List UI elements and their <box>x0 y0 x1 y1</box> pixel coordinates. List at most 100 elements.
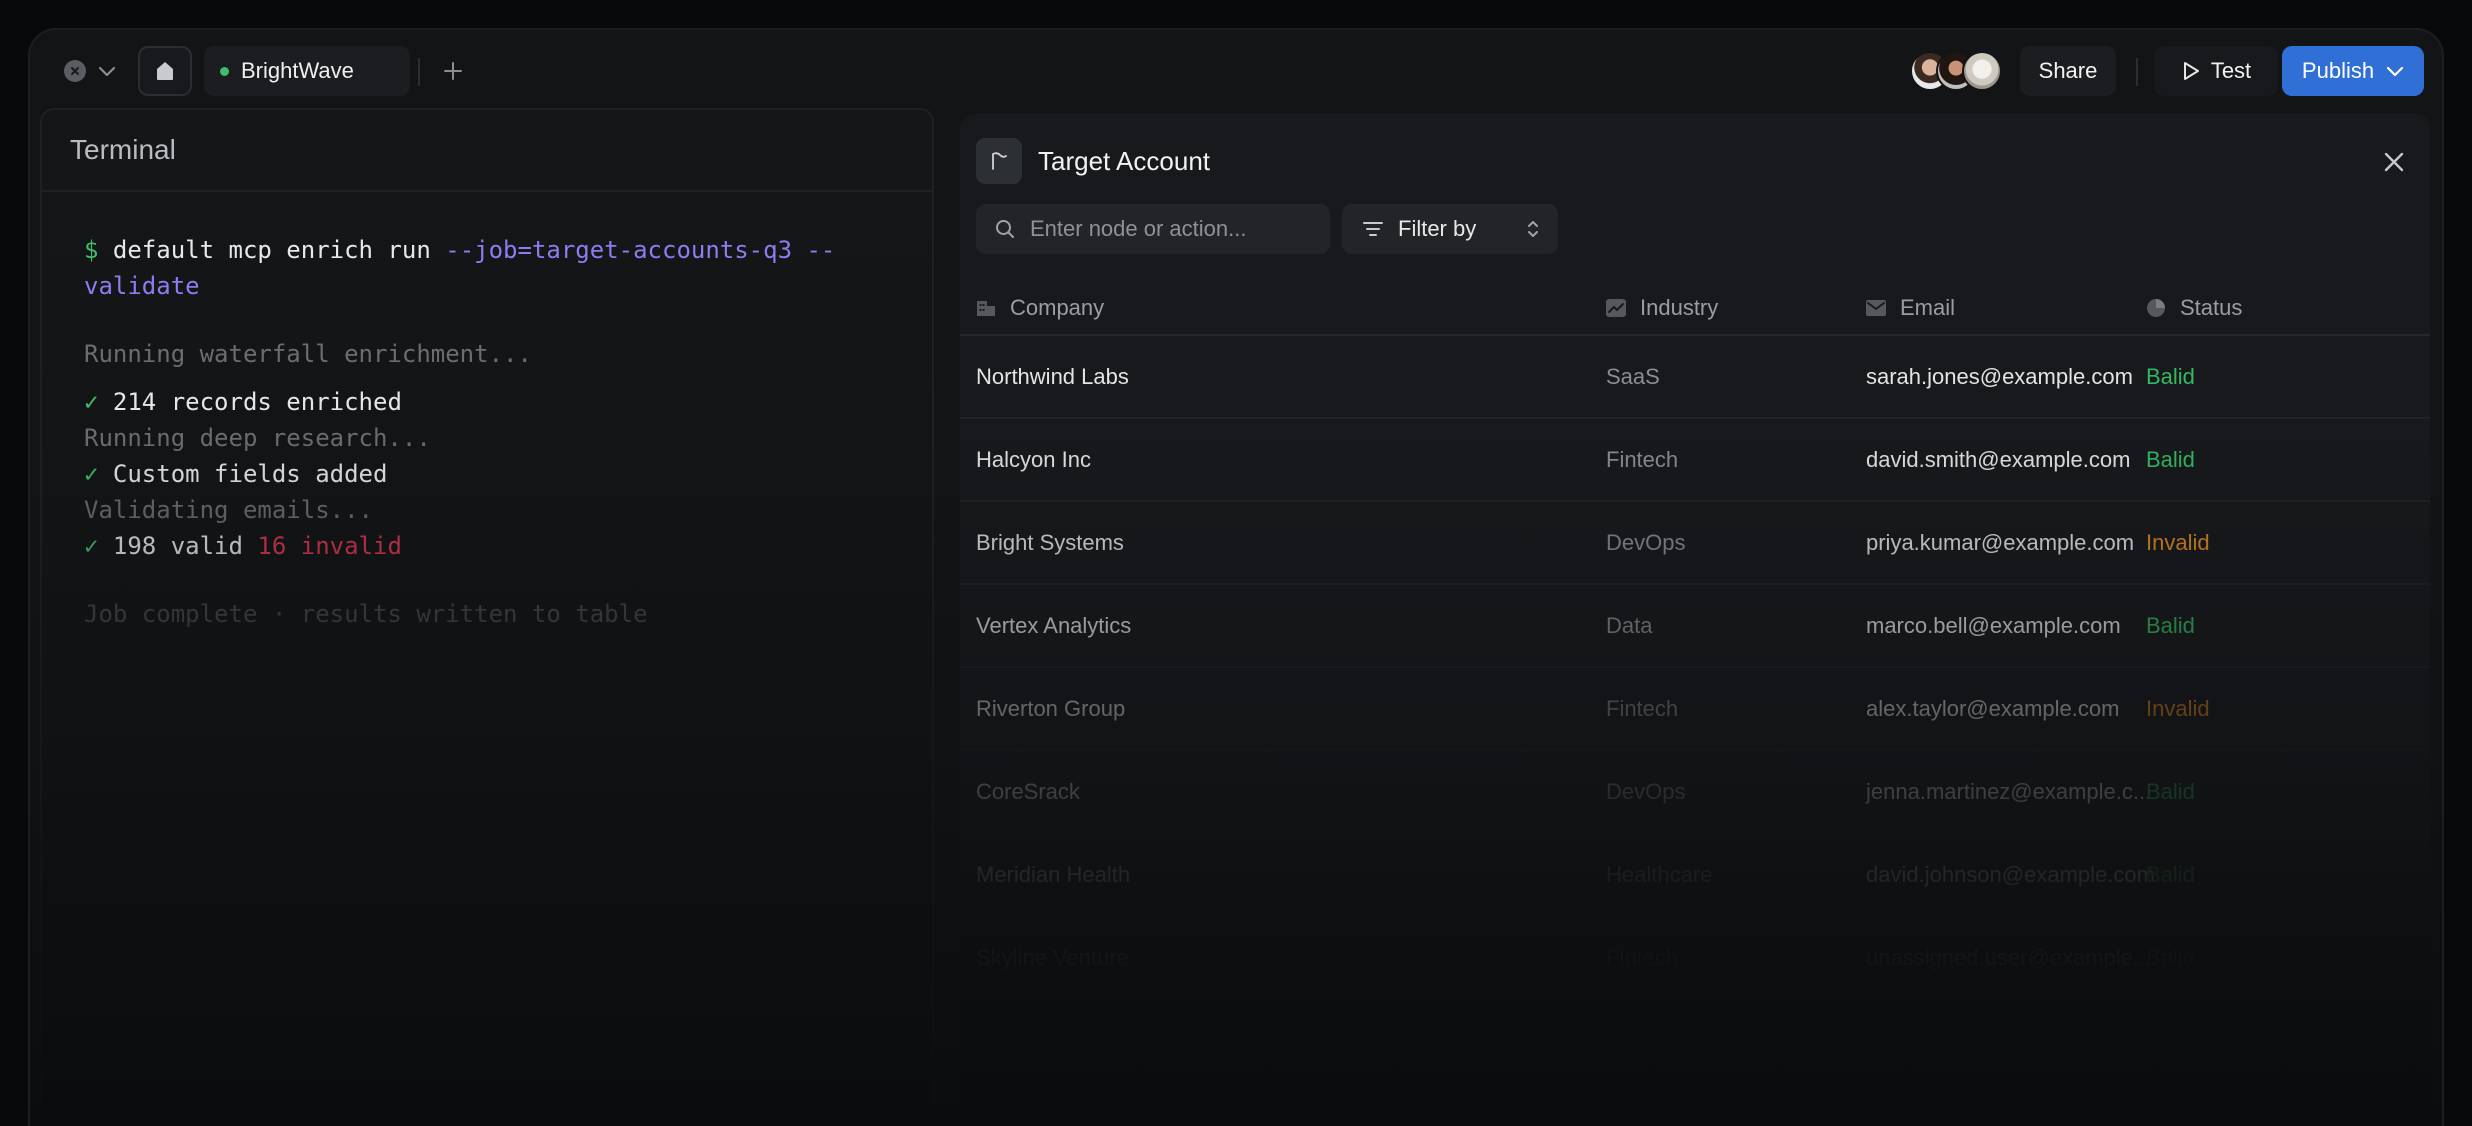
collaborator-avatars[interactable] <box>1910 50 2002 92</box>
cell-status: Balid <box>2146 612 2195 638</box>
table-header: Company Industry Email Status <box>960 282 2430 336</box>
divider <box>418 58 420 86</box>
close-window-icon[interactable] <box>64 60 86 82</box>
cell-company: Bright Systems <box>976 529 1124 555</box>
search-input[interactable] <box>1028 215 1312 243</box>
home-icon <box>157 62 173 80</box>
cell-email: david.smith@example.com <box>1866 446 2131 472</box>
cell-email: marco.bell@example.com <box>1866 612 2121 638</box>
terminal-command-line: $ default mcp enrich run --job=target-ac… <box>84 232 890 304</box>
cell-company: CoreSrack <box>976 778 1080 804</box>
check-icon: ✓ <box>84 460 99 488</box>
building-icon <box>977 301 995 316</box>
cell-industry: Data <box>1606 612 1653 638</box>
terminal-line: Validating emails... <box>84 496 373 524</box>
share-label: Share <box>2038 58 2098 83</box>
cell-status: Balid <box>2146 861 2195 887</box>
terminal-output[interactable]: $ default mcp enrich run --job=target-ac… <box>42 192 932 672</box>
avatar <box>1962 51 2002 91</box>
cell-email: jenna.martinez@example.c... <box>1866 778 2152 804</box>
cell-company: Halcyon Inc <box>976 446 1091 472</box>
column-header-industry[interactable]: Industry <box>1606 282 1718 334</box>
home-button[interactable] <box>138 46 192 96</box>
chevron-down-icon[interactable] <box>96 60 118 82</box>
terminal-title: Terminal <box>70 134 176 165</box>
filter-icon <box>1363 222 1383 236</box>
column-header-email[interactable]: Email <box>1866 282 1955 334</box>
plus-icon <box>444 62 462 80</box>
table-row[interactable]: CoreSrack DevOps jenna.martinez@example.… <box>960 751 2430 834</box>
cell-status: Balid <box>2146 446 2195 472</box>
test-label: Test <box>2210 58 2252 83</box>
cell-email: alex.taylor@example.com <box>1866 695 2120 721</box>
cell-company: Riverton Group <box>976 695 1126 721</box>
search-icon <box>996 220 1014 238</box>
cell-company: Northwind Labs <box>976 363 1129 389</box>
chevron-down-icon <box>2386 66 2404 77</box>
share-button[interactable]: Share <box>2020 46 2116 96</box>
pie-icon <box>2147 299 2165 317</box>
target-account-table: Company Industry Email Status Northwind … <box>960 282 2430 998</box>
terminal-line: ✓ Custom fields added <box>84 460 388 488</box>
terminal-header: Terminal <box>42 110 932 192</box>
terminal-line: Running waterfall enrichment... <box>84 340 532 368</box>
cell-status: Balid <box>2146 363 2195 389</box>
cell-company: Skyline Venture <box>976 944 1129 970</box>
table-row[interactable]: Skyline Venture Fintech unassigned.user@… <box>960 917 2430 998</box>
cell-email: david.johnson@example.com <box>1866 861 2155 887</box>
tab-brightwave[interactable]: BrightWave <box>204 46 410 96</box>
close-icon <box>2384 152 2404 172</box>
check-icon: ✓ <box>84 388 99 416</box>
app-window: BrightWave Share Test Publish Terminal $… <box>28 28 2444 1126</box>
cell-status: Balid <box>2146 944 2195 970</box>
cell-status: Balid <box>2146 778 2195 804</box>
cell-industry: DevOps <box>1606 529 1686 555</box>
cell-industry: Healthcare <box>1606 861 1713 887</box>
cell-industry: Fintech <box>1606 944 1679 970</box>
filter-by-select[interactable]: Filter by <box>1342 204 1558 254</box>
chevron-up-down-icon <box>1528 221 1538 237</box>
top-bar: BrightWave Share Test Publish <box>30 30 2442 114</box>
cell-status: Invalid <box>2146 695 2210 721</box>
test-button[interactable]: Test <box>2154 46 2278 96</box>
table-row[interactable]: Bright Systems DevOps priya.kumar@exampl… <box>960 502 2430 585</box>
table-row[interactable]: Vertex Analytics Data marco.bell@example… <box>960 585 2430 668</box>
terminal-panel: Terminal $ default mcp enrich run --job=… <box>40 108 934 1126</box>
filter-label: Filter by <box>1398 216 1477 241</box>
table-row[interactable]: Meridian Health Healthcare david.johnson… <box>960 834 2430 917</box>
terminal-line: Job complete · results written to table <box>84 600 648 628</box>
tab-label: BrightWave <box>241 58 354 83</box>
close-panel-button[interactable] <box>2380 148 2408 176</box>
search-box[interactable] <box>976 204 1330 254</box>
terminal-line: Running deep research... <box>84 424 431 452</box>
cell-company: Meridian Health <box>976 861 1131 887</box>
table-row[interactable]: Riverton Group Fintech alex.taylor@examp… <box>960 668 2430 751</box>
terminal-line: ✓ 214 records enriched <box>84 388 402 416</box>
cell-email: sarah.jones@example.com <box>1866 363 2133 389</box>
panel-header: Target Account <box>976 138 1210 184</box>
terminal-prompt: $ <box>84 236 99 264</box>
mail-icon <box>1866 300 1886 316</box>
publish-button[interactable]: Publish <box>2282 46 2424 96</box>
column-header-status[interactable]: Status <box>2146 282 2242 334</box>
cell-industry: Fintech <box>1606 695 1679 721</box>
column-header-company[interactable]: Company <box>976 282 1104 334</box>
target-account-panel: Target Account Filter by Company Industr… <box>960 114 2430 1126</box>
cell-industry: SaaS <box>1606 363 1660 389</box>
table-row[interactable]: Halcyon Inc Fintech david.smith@example.… <box>960 419 2430 502</box>
cell-email: priya.kumar@example.com <box>1866 529 2135 555</box>
cell-company: Vertex Analytics <box>976 612 1132 638</box>
new-tab-button[interactable] <box>434 52 472 90</box>
publish-label: Publish <box>2301 58 2375 83</box>
terminal-command: default mcp enrich run <box>112 236 431 264</box>
play-icon <box>2183 62 2199 80</box>
cell-industry: Fintech <box>1606 446 1679 472</box>
terminal-line: ✓ 198 valid 16 invalid <box>84 532 402 560</box>
cell-email: unassigned.user@example.... <box>1866 944 2158 970</box>
panel-title: Target Account <box>1038 145 1210 176</box>
chart-icon <box>1606 299 1626 317</box>
flag-icon <box>976 138 1022 184</box>
table-row[interactable]: Northwind Labs SaaS sarah.jones@example.… <box>960 336 2430 419</box>
cell-industry: DevOps <box>1606 778 1686 804</box>
status-dot <box>220 66 229 76</box>
